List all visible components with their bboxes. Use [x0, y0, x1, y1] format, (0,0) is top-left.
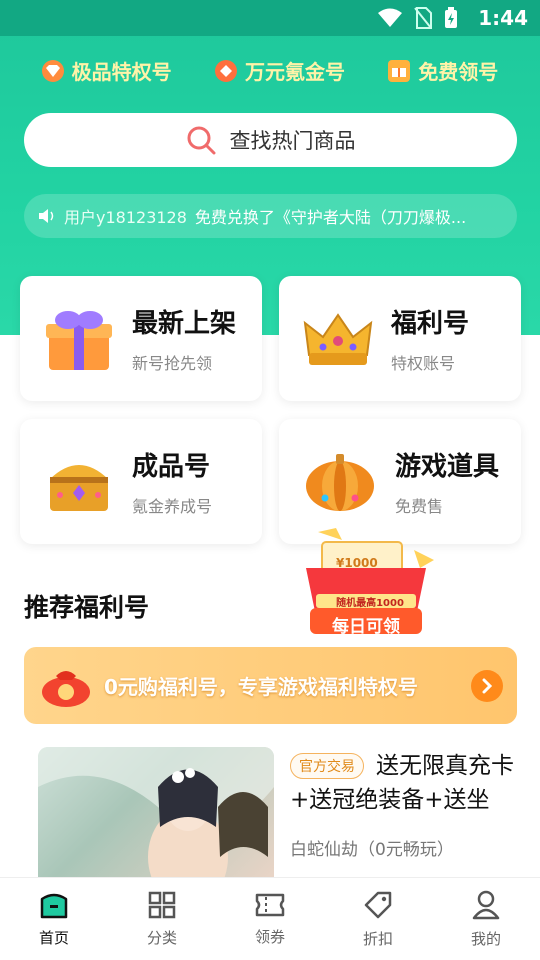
tab-discount[interactable]: 折扣: [328, 890, 428, 949]
perk-free[interactable]: 免费领号: [388, 56, 498, 85]
promo-banner[interactable]: 0元购福利号，专享游戏福利特权号: [24, 647, 517, 724]
card-title: 福利号: [391, 309, 470, 339]
card-subtitle: 特权账号: [391, 354, 456, 373]
ticket-icon: [255, 893, 285, 916]
badge-line1: 随机最高1000: [336, 598, 404, 609]
perk-label: 免费领号: [418, 60, 499, 84]
grid-icon: [148, 891, 176, 918]
chevron-right-icon[interactable]: [471, 669, 503, 702]
gift-icon: [46, 310, 112, 370]
diamond-heart-icon: [41, 59, 64, 82]
category-new-arrivals[interactable]: 最新上架 新号抢先领: [20, 276, 262, 401]
perk-premium[interactable]: 极品特权号: [41, 56, 172, 85]
no-sim-icon: [414, 7, 433, 29]
daily-reward-badge[interactable]: ¥1000 随机最高1000 每日可领: [296, 528, 436, 638]
ticker-user: 用户y18123128: [64, 208, 187, 227]
status-time: 1:44: [478, 6, 528, 30]
bottom-tab-bar: 首页 分类 领券 折扣 我的: [0, 877, 540, 960]
wifi-icon: [378, 8, 403, 27]
status-bar: 1:44: [0, 0, 540, 36]
search-bar[interactable]: 查找热门商品: [24, 113, 517, 167]
perk-label: 万元氪金号: [244, 60, 345, 84]
badge-line2: 每日可领: [332, 617, 400, 637]
listing-thumbnail: [38, 747, 274, 877]
perk-label: 极品特权号: [71, 60, 172, 84]
gem-badge-icon: [214, 59, 237, 82]
battery-charging-icon: [445, 7, 458, 28]
tab-coupons[interactable]: 领券: [220, 892, 320, 947]
user-icon: [472, 890, 500, 919]
search-icon: [187, 126, 215, 155]
tab-label: 首页: [38, 928, 69, 947]
home-icon: [40, 893, 68, 918]
badge-amount: ¥1000: [336, 556, 378, 570]
tag-icon: [364, 891, 392, 918]
speaker-icon: [39, 209, 54, 223]
card-subtitle: 新号抢先领: [132, 354, 213, 373]
gift-box-icon: [388, 59, 411, 82]
crown-icon: [303, 312, 373, 365]
card-subtitle: 氪金养成号: [132, 497, 213, 516]
tab-label: 我的: [470, 929, 501, 948]
treasure-chest-icon: [50, 464, 108, 511]
category-finished-accounts[interactable]: 成品号 氪金养成号: [20, 419, 262, 544]
tab-label: 折扣: [362, 929, 393, 948]
card-title: 游戏道具: [395, 452, 500, 482]
promo-text: 0元购福利号，专享游戏福利特权号: [104, 675, 418, 699]
tab-category[interactable]: 分类: [112, 891, 212, 948]
tab-label: 领券: [254, 927, 285, 946]
card-subtitle: 免费售: [395, 497, 444, 516]
listing-card[interactable]: 送无限真充卡+送冠绝装备+送坐 官方交易 白蛇仙劫（0元畅玩）: [38, 747, 518, 877]
listing-game: 白蛇仙劫（0元畅玩）: [290, 840, 454, 860]
category-welfare[interactable]: 福利号 特权账号: [279, 276, 521, 401]
official-tag: 官方交易: [290, 753, 364, 779]
card-title: 最新上架: [132, 309, 237, 339]
category-game-items[interactable]: 游戏道具 免费售: [279, 419, 521, 544]
ticker-message: 免费兑换了《守护者大陆（刀刀爆极...: [194, 208, 467, 227]
announcement-ticker[interactable]: 用户y18123128 免费兑换了《守护者大陆（刀刀爆极...: [24, 194, 517, 238]
perk-strip: 极品特权号 万元氪金号 免费领号: [0, 56, 540, 85]
search-placeholder: 查找热门商品: [229, 129, 356, 153]
tab-label: 分类: [146, 928, 177, 947]
tab-home[interactable]: 首页: [4, 891, 104, 948]
pumpkin-icon: [306, 453, 374, 511]
tab-profile[interactable]: 我的: [436, 890, 536, 949]
money-bag-icon: [42, 670, 90, 707]
perk-krypton[interactable]: 万元氪金号: [214, 56, 345, 85]
card-title: 成品号: [132, 452, 211, 482]
section-title: 推荐福利号: [24, 593, 150, 622]
